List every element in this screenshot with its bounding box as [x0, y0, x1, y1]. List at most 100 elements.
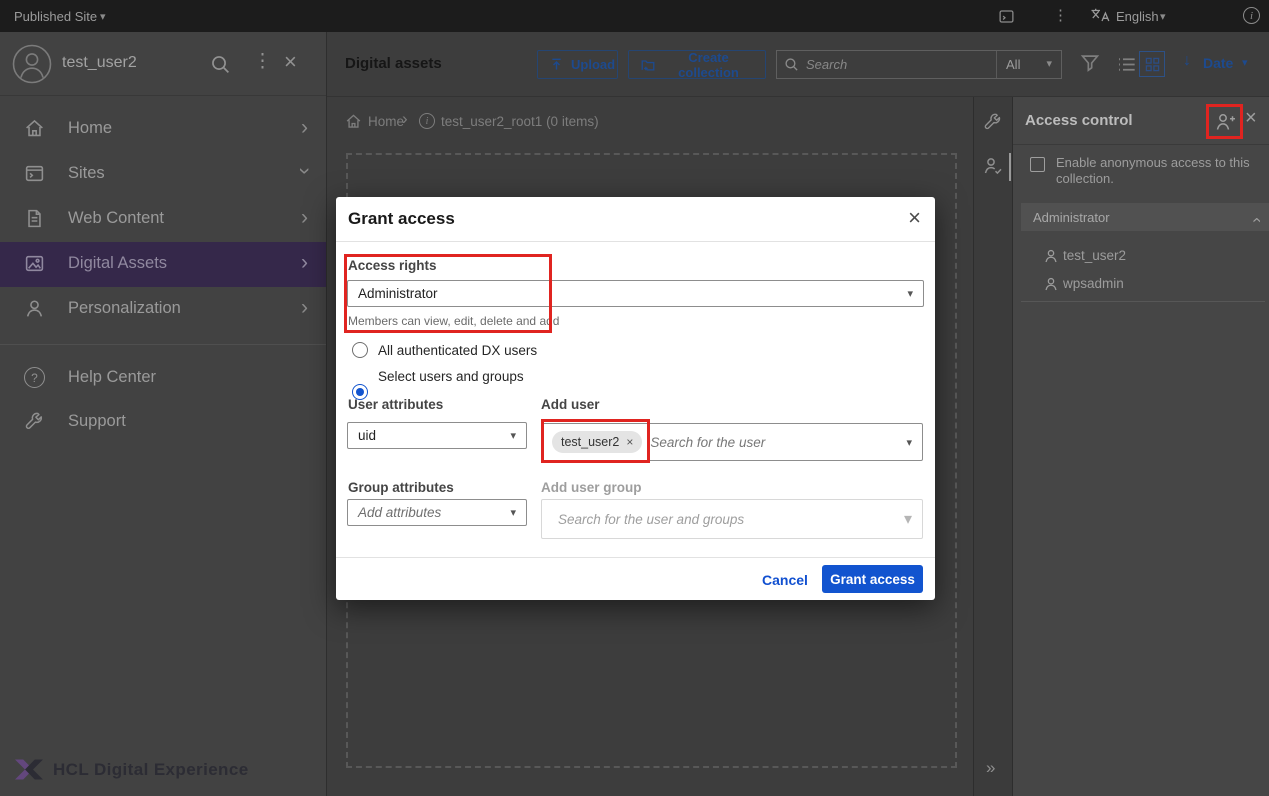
group-attributes-label: Group attributes — [348, 480, 454, 495]
filter-icon[interactable] — [1080, 53, 1100, 73]
sidebar-item-digital-assets[interactable]: Digital Assets › — [0, 242, 326, 287]
cancel-button[interactable]: Cancel — [762, 572, 808, 588]
page-title: Digital assets — [345, 55, 442, 72]
sidebar-item-personalization[interactable]: Personalization › — [0, 287, 326, 332]
home-icon[interactable] — [345, 113, 362, 130]
search-input[interactable] — [806, 57, 996, 72]
grid-view-button[interactable] — [1139, 51, 1165, 77]
person-icon — [24, 298, 45, 319]
chevron-down-icon: ▾ — [1242, 58, 1248, 69]
person-icon — [1043, 276, 1059, 292]
chevron-right-icon: › — [301, 251, 308, 275]
chevron-down-icon: ▾ — [510, 506, 516, 519]
sites-icon — [24, 163, 45, 184]
main-toolbar: Digital assets Upload Create collection … — [327, 32, 1269, 97]
collapse-panel-icon[interactable]: » — [986, 758, 995, 778]
sidebar-item-web-content[interactable]: Web Content › — [0, 197, 326, 242]
access-panel-header: Access control × — [1013, 97, 1269, 145]
avatar[interactable] — [12, 44, 52, 84]
person-icon — [1043, 248, 1059, 264]
app-screen: Published Site ▾ ⋮ English ▾ i test_user… — [0, 0, 1269, 796]
active-rail-indicator — [1009, 153, 1011, 181]
access-control-person-check-icon[interactable] — [982, 155, 1004, 177]
panel-user-row: test_user2 — [1013, 245, 1269, 269]
document-icon — [24, 208, 45, 229]
current-user-name: test_user2 — [62, 54, 137, 72]
right-icon-rail: » — [973, 97, 1013, 796]
search-icon[interactable] — [210, 54, 231, 75]
sidebar-item-home[interactable]: Home › — [0, 107, 326, 152]
chevron-down-icon: ▾ — [100, 12, 106, 23]
close-icon[interactable]: × — [284, 49, 297, 75]
radio-all-authenticated-label[interactable]: All authenticated DX users — [378, 343, 537, 358]
folder-plus-icon — [640, 57, 656, 73]
search-box: All ▾ — [776, 50, 1062, 79]
published-site-selector[interactable]: Published Site — [14, 9, 97, 24]
chevron-up-icon: › — [1252, 217, 1260, 223]
modal-footer: Cancel Grant access — [336, 557, 935, 600]
radio-all-authenticated[interactable] — [352, 342, 368, 358]
chevron-down-icon: ▾ — [904, 509, 912, 529]
list-view-icon[interactable] — [1116, 54, 1137, 75]
panel-divider — [1021, 301, 1265, 302]
access-rights-label: Access rights — [348, 258, 437, 273]
chevron-right-icon: › — [402, 109, 408, 129]
chevron-down-icon: › — [293, 168, 317, 175]
access-rights-help: Members can view, edit, delete and add — [348, 314, 559, 328]
brand-name: HCL Digital Experience — [53, 760, 249, 780]
group-attributes-select[interactable]: Add attributes ▾ — [347, 499, 527, 526]
chevron-down-icon: ▾ — [510, 429, 516, 442]
remove-chip-icon[interactable]: × — [626, 435, 633, 449]
user-attributes-select[interactable]: uid ▾ — [347, 422, 527, 449]
breadcrumb-home[interactable]: Home — [368, 114, 404, 129]
home-icon — [24, 118, 45, 139]
user-attributes-label: User attributes — [348, 397, 443, 412]
sort-direction-icon[interactable]: ↓ — [1183, 52, 1191, 70]
info-icon[interactable]: i — [419, 113, 435, 129]
chevron-down-icon: ▾ — [1160, 12, 1166, 23]
radio-select-users-groups-label[interactable]: Select users and groups — [378, 369, 524, 384]
translate-icon — [1090, 7, 1112, 24]
anonymous-access-checkbox[interactable] — [1030, 157, 1045, 172]
user-chip: test_user2 × — [552, 431, 642, 453]
close-icon[interactable]: × — [1245, 107, 1257, 130]
info-icon[interactable]: i — [1243, 7, 1260, 24]
modal-title: Grant access — [348, 209, 455, 229]
sidebar-item-help-center[interactable]: ? Help Center — [0, 356, 326, 401]
chevron-right-icon: › — [301, 206, 308, 230]
breadcrumb-current: test_user2_root1 (0 items) — [441, 114, 599, 129]
add-user-combobox[interactable]: test_user2 × ▾ — [541, 423, 923, 461]
wrench-icon — [24, 411, 45, 432]
manage-wrench-icon[interactable] — [983, 112, 1003, 132]
sidebar-item-sites[interactable]: Sites › — [0, 152, 326, 197]
hcl-logo-icon — [14, 758, 44, 781]
panel-title: Access control — [1025, 112, 1133, 129]
access-rights-select[interactable]: Administrator ▾ — [347, 280, 924, 307]
modal-header: Grant access × — [336, 197, 935, 242]
language-selector[interactable]: English — [1116, 9, 1159, 24]
sidebar-item-support[interactable]: Support — [0, 400, 326, 445]
add-user-search-input[interactable] — [650, 435, 906, 450]
chevron-right-icon: › — [301, 116, 308, 140]
brand: HCL Digital Experience — [14, 758, 249, 781]
upload-icon — [549, 57, 564, 72]
chevron-down-icon: ▾ — [907, 287, 913, 300]
kebab-menu-icon[interactable]: ⋮ — [1053, 6, 1068, 24]
role-section-administrator[interactable]: Administrator › — [1021, 203, 1269, 231]
search-icon — [784, 57, 799, 72]
search-scope-select[interactable]: All ▾ — [996, 51, 1061, 78]
add-user-label: Add user — [541, 397, 600, 412]
access-control-panel: Access control × Enable anonymous access… — [1013, 97, 1269, 796]
kebab-menu-icon[interactable]: ⋮ — [253, 50, 272, 73]
upload-button[interactable]: Upload — [537, 50, 618, 79]
close-icon[interactable]: × — [908, 205, 921, 231]
image-icon — [24, 253, 45, 274]
create-collection-button[interactable]: Create collection — [628, 50, 766, 79]
add-user-person-plus-icon[interactable] — [1213, 110, 1237, 134]
grant-access-button[interactable]: Grant access — [822, 565, 923, 593]
sidebar-header: test_user2 ⋮ × — [0, 32, 326, 96]
open-site-window-icon[interactable] — [998, 8, 1015, 25]
grid-view-icon — [1145, 57, 1160, 72]
chevron-down-icon: ▾ — [906, 436, 912, 449]
sort-by-selector[interactable]: Date — [1203, 55, 1233, 71]
